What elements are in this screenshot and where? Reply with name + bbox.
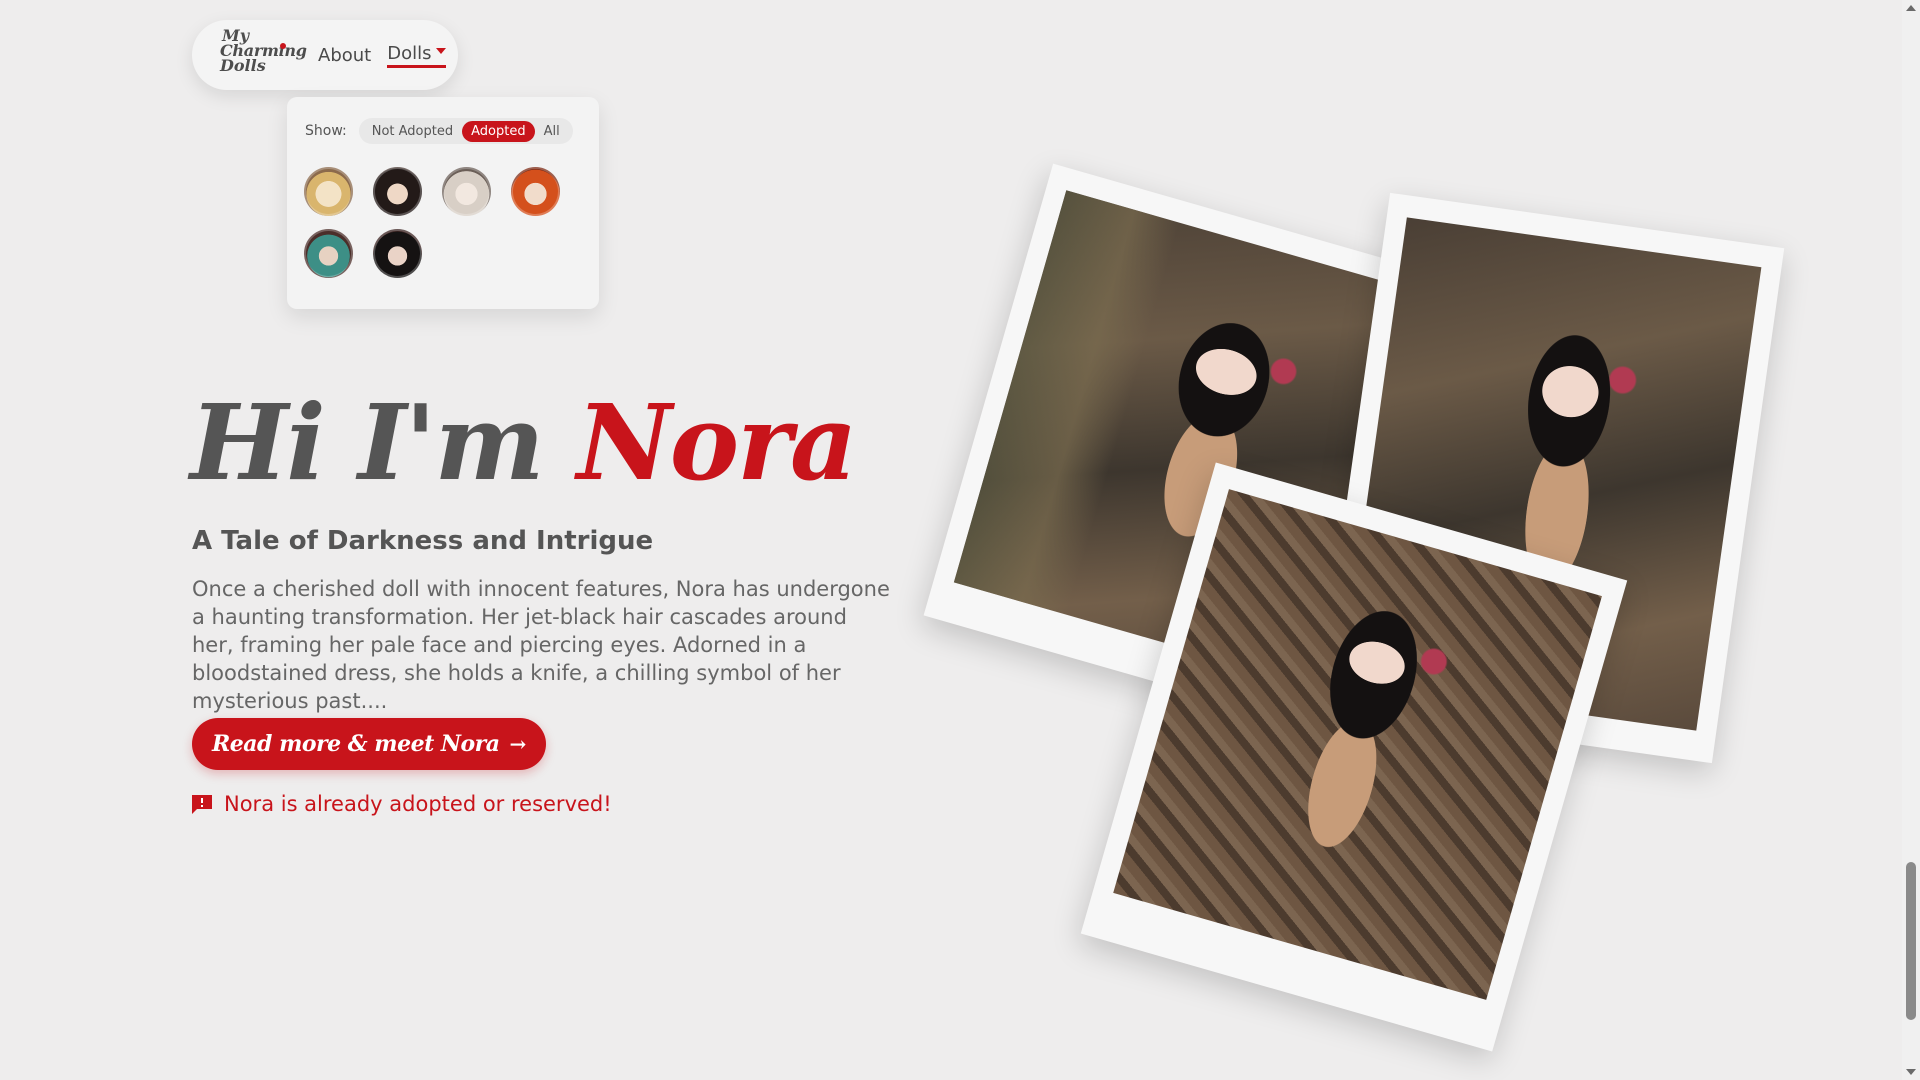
adoption-notice: Nora is already adopted or reserved! [192, 792, 612, 816]
read-more-button[interactable]: Read more & meet Nora → [192, 718, 546, 770]
nav-dolls-menu[interactable]: Dolls [387, 42, 447, 68]
read-more-label: Read more & meet Nora [212, 731, 500, 757]
doll-avatar[interactable] [304, 167, 353, 216]
scrollbar-thumb[interactable] [1906, 862, 1916, 1020]
hero-title: Hi I'm Nora [190, 388, 857, 498]
dolls-dropdown: Show: Not Adopted Adopted All [287, 97, 599, 309]
filter-row: Show: Not Adopted Adopted All [305, 118, 573, 144]
doll-avatar[interactable] [442, 167, 491, 216]
logo-line-3: Dolls [220, 56, 266, 75]
doll-avatar[interactable] [373, 229, 422, 278]
doll-avatar[interactable] [304, 229, 353, 278]
filter-not-adopted[interactable]: Not Adopted [363, 121, 462, 142]
brand-logo[interactable]: My Charming Dolls [220, 28, 307, 82]
filter-all[interactable]: All [535, 121, 569, 142]
nav-dolls-label: Dolls [387, 42, 432, 64]
scroll-down-icon[interactable] [1906, 1069, 1916, 1075]
show-label: Show: [305, 123, 347, 139]
header-nav: My Charming Dolls About Dolls [192, 20, 458, 90]
filter-segmented-control: Not Adopted Adopted All [358, 118, 573, 144]
flag-alert-icon [192, 794, 212, 814]
doll-avatar[interactable] [373, 167, 422, 216]
scroll-up-icon[interactable] [1906, 5, 1916, 11]
chevron-down-icon [436, 48, 447, 54]
hero-description: Once a cherished doll with innocent feat… [192, 577, 890, 713]
adoption-notice-text: Nora is already adopted or reserved! [224, 792, 612, 816]
hero-subtitle: A Tale of Darkness and Intrigue [192, 526, 654, 556]
doll-photo [1113, 489, 1602, 1000]
doll-avatar-grid [304, 167, 584, 278]
filter-adopted[interactable]: Adopted [462, 120, 535, 142]
logo-heart-icon [280, 43, 286, 49]
hero-greeting: Hi I'm [190, 381, 577, 504]
nav-about-link[interactable]: About [318, 45, 371, 66]
doll-avatar[interactable] [511, 167, 560, 216]
hero-name: Nora [576, 381, 858, 504]
page-scrollbar[interactable] [1902, 0, 1920, 1080]
arrow-right-icon: → [509, 732, 527, 756]
